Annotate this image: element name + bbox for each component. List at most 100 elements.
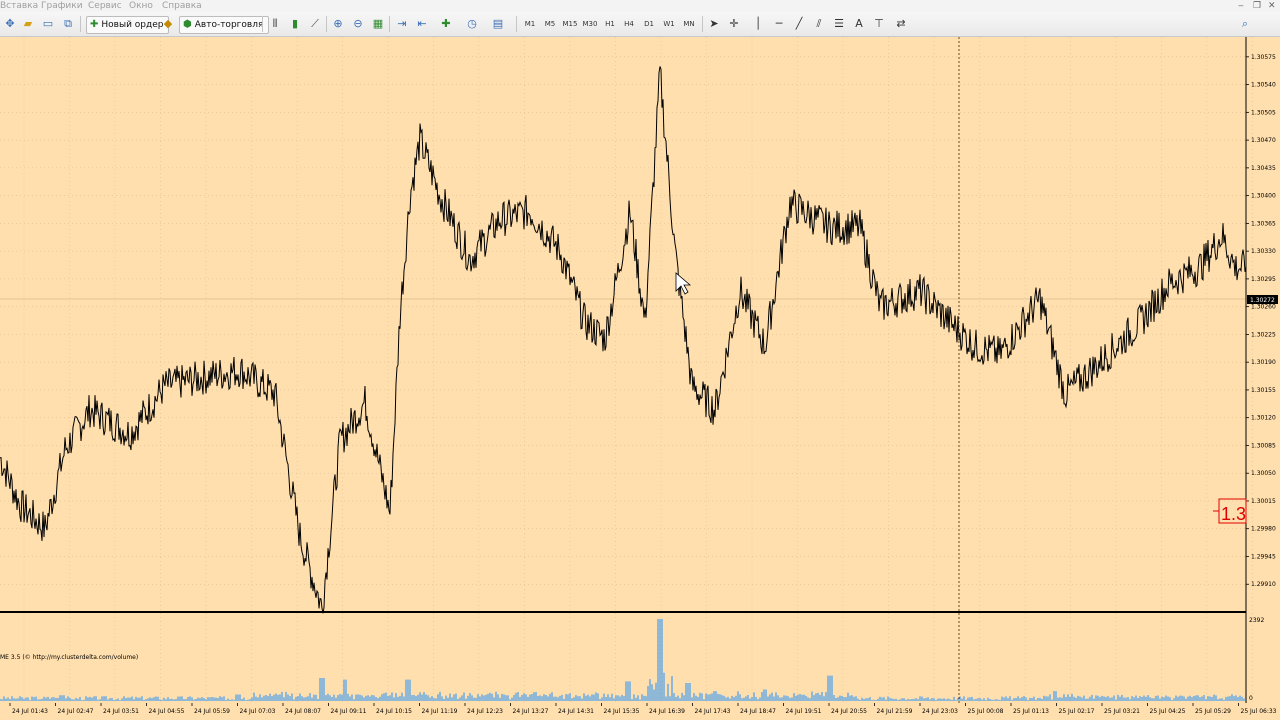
price-tick-label: 1.30155 (1251, 387, 1276, 394)
toolbar-separator (702, 16, 703, 32)
minimize-icon[interactable]: ‒ (1238, 0, 1244, 12)
alert-box[interactable]: 1.3 (1213, 498, 1247, 524)
menu-window[interactable]: Окно (129, 0, 153, 12)
time-tick-label: 25 Jul 06:33 (1241, 708, 1277, 715)
chart-grid (0, 37, 1253, 703)
bar-chart-icon[interactable]: ⫴ (267, 16, 283, 32)
price-tick-label: 1.30190 (1251, 359, 1276, 366)
time-tick-label: 24 Jul 07:03 (240, 708, 276, 715)
line-chart-icon[interactable]: ⟋ (307, 16, 323, 32)
text-label-icon[interactable]: ⊤ (871, 16, 887, 32)
time-tick-label: 25 Jul 00:08 (968, 708, 1004, 715)
time-tick-label: 25 Jul 03:21 (1104, 708, 1140, 715)
arrows-dropdown-icon[interactable]: ⇄ (893, 16, 909, 32)
timeframe-w1[interactable]: W1 (660, 16, 678, 32)
new-order-label: Новый ордер (101, 20, 164, 30)
toolbar-separator (516, 16, 517, 32)
market-watch-icon[interactable]: ▭ (40, 16, 56, 32)
profiles-folder-icon[interactable]: ▰ (20, 16, 36, 32)
zoom-in-icon[interactable]: ⊕ (330, 16, 346, 32)
time-tick-label: 24 Jul 19:51 (786, 708, 822, 715)
price-series (0, 66, 1247, 614)
candlestick-icon[interactable]: ▮ (287, 16, 303, 32)
time-tick-label: 24 Jul 14:31 (558, 708, 594, 715)
search-icon[interactable]: ⌕ (1237, 16, 1253, 32)
indicator-min-label: 0 (1249, 695, 1253, 702)
indicator-label: ME 3.5 (© http://my.clusterdelta.com/vol… (0, 654, 139, 661)
timeframe-m5[interactable]: M5 (541, 16, 559, 32)
time-tick-label: 25 Jul 05:29 (1195, 708, 1231, 715)
menu-tools[interactable]: Сервис (88, 0, 122, 12)
indicators-icon[interactable]: ✚ (438, 16, 454, 32)
alert-text: 1.3 (1221, 504, 1246, 524)
current-price-label: 1.30272 (1250, 297, 1275, 304)
price-tick-label: 1.30400 (1251, 193, 1276, 200)
timeframe-h4[interactable]: H4 (620, 16, 638, 32)
time-tick-label: 25 Jul 04:25 (1150, 708, 1186, 715)
price-tick-label: 1.29945 (1251, 553, 1276, 560)
navigator-icon[interactable]: ⧉ (60, 16, 76, 32)
price-tick-label: 1.30435 (1251, 165, 1276, 172)
price-tick-label: 1.30015 (1251, 498, 1276, 505)
timeframe-d1[interactable]: D1 (640, 16, 658, 32)
equidistant-channel-icon[interactable]: ⫽ (811, 16, 827, 32)
indicator-max-label: 2392 (1249, 617, 1264, 624)
time-axis: 24 Jul 01:43 24 Jul 02:47 24 Jul 03:51 24 J… (0, 703, 1280, 720)
crosshair-icon[interactable]: ✛ (726, 16, 742, 32)
chart-shift-icon[interactable]: ⇥ (394, 16, 410, 32)
autoscroll-icon[interactable]: ⇤ (414, 16, 430, 32)
restore-icon[interactable]: ❐ (1253, 0, 1261, 12)
time-tick-label: 25 Jul 01:13 (1013, 708, 1049, 715)
toolbar-separator (80, 16, 81, 32)
timeframe-m15[interactable]: M15 (561, 16, 579, 32)
templates-icon[interactable]: ▤ (490, 16, 506, 32)
horizontal-line-icon[interactable]: ─ (771, 16, 787, 32)
volume-histogram (0, 619, 1245, 701)
new-order-button[interactable]: ✚ Новый ордер (86, 16, 170, 34)
toolbar-separator (389, 16, 390, 32)
trendline-icon[interactable]: ╱ (791, 16, 807, 32)
price-tick-label: 1.30050 (1251, 470, 1276, 477)
menu-insert[interactable]: Вставка (0, 0, 38, 12)
metaeditor-icon[interactable]: ◆ (160, 16, 176, 32)
zoom-out-icon[interactable]: ⊖ (350, 16, 366, 32)
time-tick-label: 24 Jul 04:55 (149, 708, 185, 715)
menu-charts[interactable]: Графики (41, 0, 83, 12)
time-tick-label: 24 Jul 02:47 (58, 708, 94, 715)
close-icon[interactable]: ✕ (1268, 0, 1276, 12)
toolbar: ✥ ▰ ▭ ⧉ ✚ Новый ордер ◆ ⬢ Авто-торговля ⫴ … (0, 12, 1280, 37)
time-tick-label: 24 Jul 03:51 (103, 708, 139, 715)
timeframe-m30[interactable]: M30 (581, 16, 599, 32)
time-tick-label: 24 Jul 15:35 (604, 708, 640, 715)
cursor-icon[interactable]: ➤ (706, 16, 722, 32)
time-tick-label: 24 Jul 05:59 (194, 708, 230, 715)
time-tick-label: 24 Jul 17:43 (695, 708, 731, 715)
time-tick-label: 24 Jul 13:27 (513, 708, 549, 715)
price-tick-label: 1.30260 (1251, 304, 1276, 311)
fibonacci-icon[interactable]: ☰ (831, 16, 847, 32)
text-tool-icon[interactable]: A (851, 16, 867, 32)
timeframe-m1[interactable]: M1 (521, 16, 539, 32)
time-tick-label: 24 Jul 12:23 (467, 708, 503, 715)
price-tick-label: 1.30470 (1251, 137, 1276, 144)
time-tick-label: 24 Jul 20:55 (831, 708, 867, 715)
periods-icon[interactable]: ◷ (464, 16, 480, 32)
price-chart[interactable]: 1.30575 1.30540 1.30505 1.30470 1.30435 1.304… (0, 37, 1280, 703)
price-axis: 1.30575 1.30540 1.30505 1.30470 1.30435 1.304… (1246, 54, 1276, 588)
timeframe-h1[interactable]: H1 (601, 16, 619, 32)
autotrading-button[interactable]: ⬢ Авто-торговля (179, 16, 270, 34)
time-axis-canvas: 24 Jul 01:43 24 Jul 02:47 24 Jul 03:51 24 J… (9, 703, 1277, 715)
price-tick-label: 1.29910 (1251, 581, 1276, 588)
price-tick-label: 1.29980 (1251, 526, 1276, 533)
vertical-line-icon[interactable]: │ (750, 16, 766, 32)
timeframe-mn[interactable]: MN (680, 16, 698, 32)
chart-canvas[interactable]: 1.30575 1.30540 1.30505 1.30470 1.30435 1.304… (0, 37, 1280, 703)
move-arrows-icon[interactable]: ✥ (2, 16, 18, 32)
price-tick-label: 1.30365 (1251, 220, 1276, 227)
time-tick-label: 24 Jul 01:43 (12, 708, 48, 715)
tile-windows-icon[interactable]: ▦ (370, 16, 386, 32)
toolbar-separator (262, 16, 263, 32)
menu-help[interactable]: Справка (162, 0, 202, 12)
toolbar-separator (326, 16, 327, 32)
price-tick-label: 1.30575 (1251, 54, 1276, 61)
